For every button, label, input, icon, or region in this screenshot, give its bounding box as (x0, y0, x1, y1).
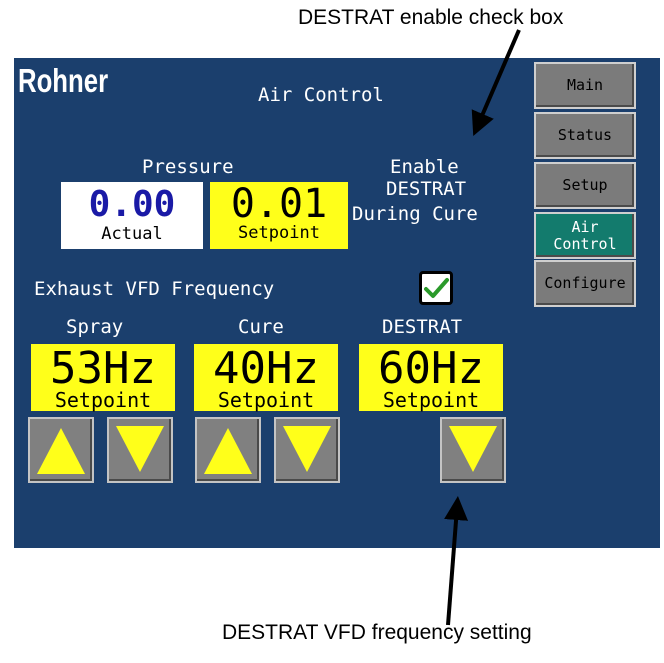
callout-arrows (444, 29, 521, 626)
callout-arrow-top (471, 29, 521, 137)
callout-destrat-vfd: DESTRAT VFD frequency setting (222, 621, 532, 644)
callout-arrow-bottom (444, 496, 469, 626)
